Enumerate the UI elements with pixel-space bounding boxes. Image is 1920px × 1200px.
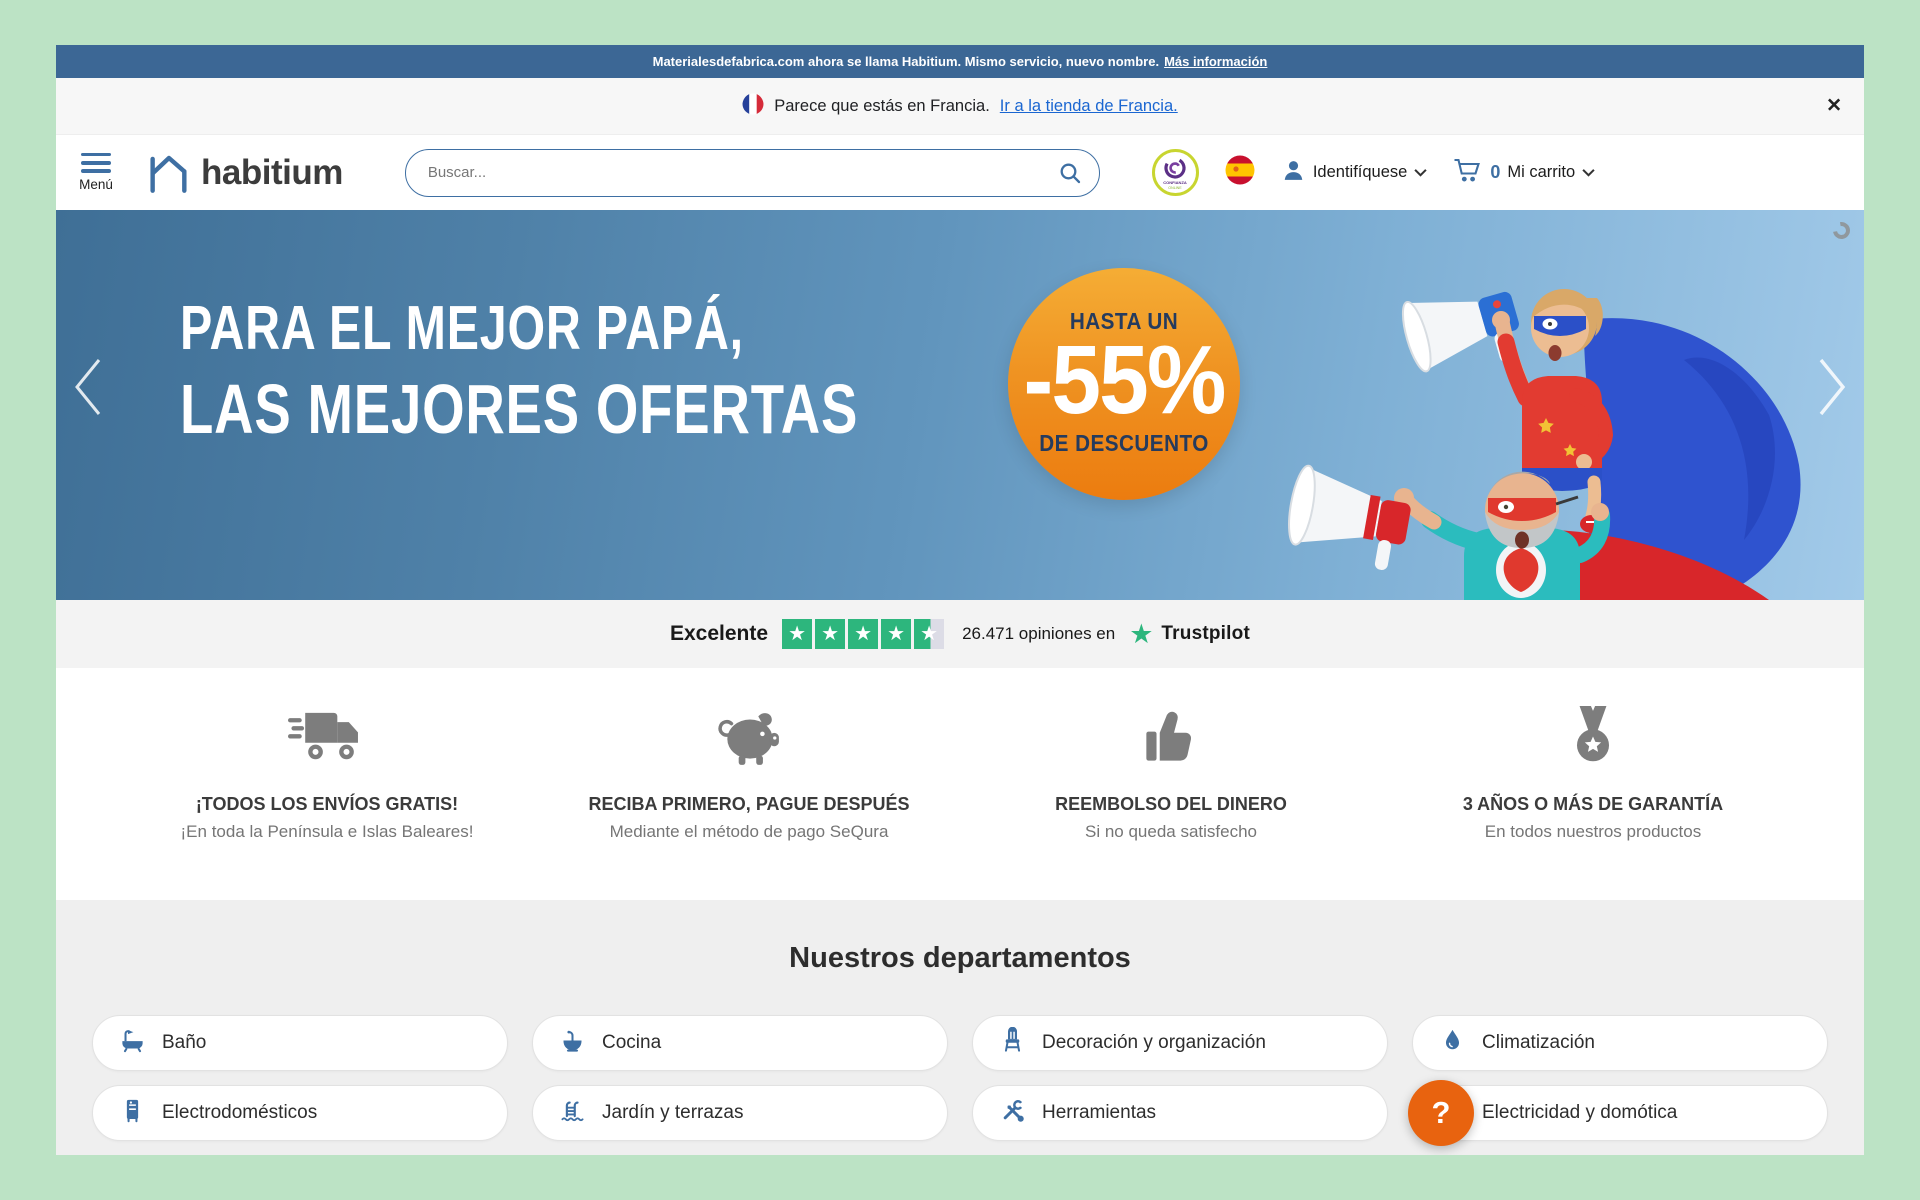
department-pill-climatizacion[interactable]: Climatización <box>1412 1015 1828 1071</box>
department-pill-electricidad[interactable]: Electricidad y domótica <box>1412 1085 1828 1141</box>
feature-subtitle: Mediante el método de pago SeQura <box>538 822 960 842</box>
kitchen-sink-icon <box>559 1027 586 1059</box>
trustpilot-brand: Trustpilot <box>1161 623 1250 645</box>
feature-subtitle: ¡En toda la Península e Islas Baleares! <box>116 822 538 842</box>
brand-logo[interactable]: habitium <box>144 147 343 199</box>
svg-text:ONLINE: ONLINE <box>1169 186 1183 190</box>
spain-flag-icon[interactable] <box>1225 155 1255 190</box>
hero-headline-line2: LAS MEJORES OFERTAS <box>180 374 858 444</box>
feature-title: REEMBOLSO DEL DINERO <box>960 794 1382 815</box>
appliance-icon <box>119 1097 146 1129</box>
department-pill-herramientas[interactable]: Herramientas <box>972 1085 1388 1141</box>
feature-title: 3 AÑOS O MÁS DE GARANTÍA <box>1382 794 1804 815</box>
piggy-bank-icon <box>538 702 960 772</box>
feature-subtitle: En todos nuestros productos <box>1382 822 1804 842</box>
trustpilot-review-count: 26.471 opiniones en <box>962 624 1115 644</box>
discount-badge: HASTA UN -55% DE DESCUENTO <box>1008 268 1240 500</box>
department-pill-decoracion[interactable]: Decoración y organización <box>972 1015 1388 1071</box>
browser-viewport: Materialesdefabrica.com ahora se llama H… <box>56 45 1864 1155</box>
department-label: Decoración y organización <box>1042 1032 1266 1054</box>
feature-free-shipping: ¡TODOS LOS ENVÍOS GRATIS! ¡En toda la Pe… <box>116 668 538 900</box>
star-icon: ★ <box>815 619 845 649</box>
search-bar <box>405 149 1100 197</box>
departments-grid: Baño Cocina Decoración y organización Cl… <box>56 1015 1864 1141</box>
chevron-down-icon <box>1414 163 1427 182</box>
announcement-bar: Materialesdefabrica.com ahora se llama H… <box>56 45 1864 78</box>
pool-ladder-icon <box>559 1097 586 1129</box>
announcement-text: Materialesdefabrica.com ahora se llama H… <box>653 54 1159 69</box>
brand-name: habitium <box>201 153 343 193</box>
close-icon[interactable]: ✕ <box>1826 95 1842 118</box>
feature-title: ¡TODOS LOS ENVÍOS GRATIS! <box>116 794 538 815</box>
search-input[interactable] <box>405 149 1100 197</box>
carousel-prev-button[interactable] <box>72 356 104 423</box>
department-label: Cocina <box>602 1032 661 1054</box>
feature-subtitle: Si no queda satisfecho <box>960 822 1382 842</box>
question-mark-icon: ? <box>1432 1095 1451 1131</box>
sign-in-label: Identifíquese <box>1313 163 1408 182</box>
department-pill-jardin[interactable]: Jardín y terrazas <box>532 1085 948 1141</box>
hero-headline: PARA EL MEJOR PAPÁ, LAS MEJORES OFERTAS <box>180 298 1049 444</box>
department-pill-electrodomesticos[interactable]: Electrodomésticos <box>92 1085 508 1141</box>
user-icon <box>1281 158 1306 188</box>
trustpilot-band[interactable]: Excelente ★ ★ ★ ★ ★ 26.471 opiniones en … <box>56 600 1864 668</box>
trustpilot-rating-label: Excelente <box>670 622 768 646</box>
france-store-link[interactable]: Ir a la tienda de Francia. <box>1000 97 1178 116</box>
water-drop-icon <box>1439 1027 1466 1059</box>
department-label: Baño <box>162 1032 206 1054</box>
header-actions: CONFIANZAONLINE Identifíquese 0 Mi car <box>1152 149 1595 196</box>
site-header: Menú habitium CONFIANZAONLINE <box>56 135 1864 210</box>
france-flag-icon <box>742 93 764 120</box>
department-label: Electrodomésticos <box>162 1102 317 1124</box>
departments-title: Nuestros departamentos <box>56 900 1864 975</box>
tools-icon <box>999 1097 1026 1129</box>
geo-message: Parece que estás en Francia. <box>774 97 990 116</box>
house-icon <box>144 147 192 199</box>
department-label: Climatización <box>1482 1032 1595 1054</box>
discount-badge-bottom: DE DESCUENTO <box>1020 430 1229 457</box>
feature-title: RECIBA PRIMERO, PAGUE DESPUÉS <box>538 794 960 815</box>
star-icon: ★ <box>881 619 911 649</box>
menu-label: Menú <box>70 177 122 192</box>
more-info-link[interactable]: Más información <box>1164 54 1267 69</box>
hero-photo-illustration <box>1264 210 1864 600</box>
trustpilot-stars: ★ ★ ★ ★ ★ <box>782 619 944 649</box>
cart-button[interactable]: 0 Mi carrito <box>1453 157 1595 189</box>
search-icon[interactable] <box>1058 161 1082 190</box>
cart-label: Mi carrito <box>1507 163 1575 182</box>
feature-money-back: REEMBOLSO DEL DINERO Si no queda satisfe… <box>960 668 1382 900</box>
department-label: Electricidad y domótica <box>1482 1102 1677 1124</box>
hero-headline-line1: PARA EL MEJOR PAPÁ, <box>180 298 858 360</box>
geo-banner: Parece que estás en Francia. Ir a la tie… <box>56 78 1864 135</box>
menu-button[interactable]: Menú <box>70 153 122 193</box>
features-row: ¡TODOS LOS ENVÍOS GRATIS! ¡En toda la Pe… <box>56 668 1864 900</box>
chevron-down-icon <box>1582 163 1595 182</box>
help-chat-button[interactable]: ? <box>1408 1080 1474 1146</box>
department-pill-cocina[interactable]: Cocina <box>532 1015 948 1071</box>
truck-icon <box>116 702 538 772</box>
hamburger-menu-icon <box>70 153 122 173</box>
feature-warranty: 3 AÑOS O MÁS DE GARANTÍA En todos nuestr… <box>1382 668 1804 900</box>
account-button[interactable]: Identifíquese <box>1281 158 1428 188</box>
carousel-next-button[interactable] <box>1816 356 1848 423</box>
bathtub-icon <box>119 1027 146 1059</box>
svg-text:CONFIANZA: CONFIANZA <box>1164 180 1188 185</box>
medal-icon <box>1382 702 1804 772</box>
confianza-online-badge[interactable]: CONFIANZAONLINE <box>1152 149 1199 196</box>
star-icon-partial: ★ <box>914 619 944 649</box>
discount-badge-value: -55% <box>1017 335 1230 424</box>
hero-banner[interactable]: PARA EL MEJOR PAPÁ, LAS MEJORES OFERTAS … <box>56 210 1864 600</box>
department-label: Jardín y terrazas <box>602 1102 744 1124</box>
thumbs-up-icon <box>960 702 1382 772</box>
star-icon: ★ <box>782 619 812 649</box>
trustpilot-star-icon: ★ <box>1129 621 1153 648</box>
feature-pay-later: RECIBA PRIMERO, PAGUE DESPUÉS Mediante e… <box>538 668 960 900</box>
departments-section: Nuestros departamentos Baño Cocina Decor… <box>56 900 1864 1155</box>
cart-count: 0 <box>1490 162 1500 183</box>
cart-icon <box>1453 157 1483 189</box>
department-pill-bano[interactable]: Baño <box>92 1015 508 1071</box>
department-label: Herramientas <box>1042 1102 1156 1124</box>
chair-icon <box>999 1027 1026 1059</box>
star-icon: ★ <box>848 619 878 649</box>
